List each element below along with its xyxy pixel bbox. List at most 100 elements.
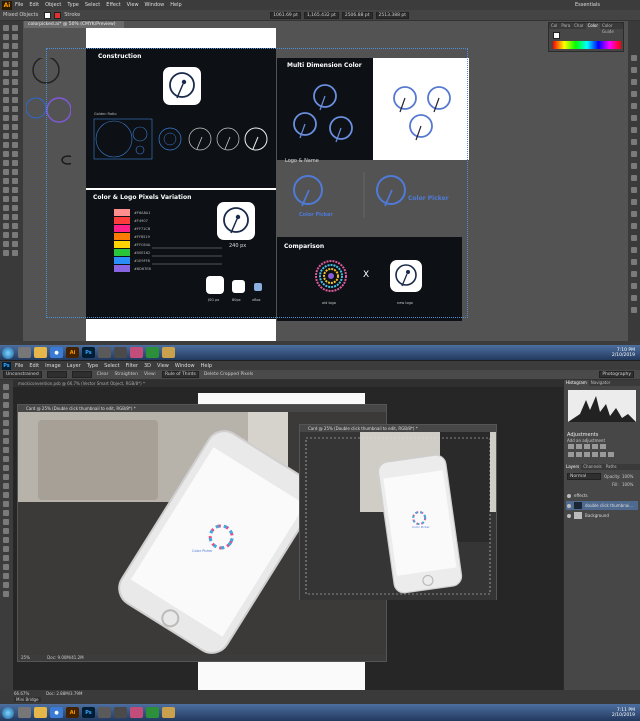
ai-tool-icon[interactable]	[3, 223, 9, 229]
ai-tool-icon[interactable]	[3, 232, 9, 238]
ai-tool-icon[interactable]	[3, 151, 9, 157]
ai-tool-icon[interactable]	[12, 196, 18, 202]
ai-workspace-switcher[interactable]: Essentials	[575, 2, 600, 8]
ai-menu-effect[interactable]: Effect	[106, 2, 120, 8]
taskbar-app3-icon[interactable]	[130, 707, 143, 718]
taskbar-photoshop-icon[interactable]: Ps	[82, 347, 95, 358]
tab-channels[interactable]: Channels	[581, 464, 604, 470]
ai-tool-icon[interactable]	[3, 61, 9, 67]
visibility-eye-icon[interactable]	[567, 493, 571, 498]
tab-para[interactable]: Para	[559, 23, 572, 29]
dock-panel-icon[interactable]	[631, 235, 637, 241]
dock-panel-icon[interactable]	[631, 259, 637, 265]
delete-cropped-pixels-checkbox[interactable]: Delete Cropped Pixels	[204, 372, 253, 377]
ps-zoom-level[interactable]: 66.67%	[14, 691, 29, 696]
tab-char[interactable]: Char	[572, 23, 585, 29]
ai-tool-icon[interactable]	[3, 97, 9, 103]
ai-tool-icon[interactable]	[12, 70, 18, 76]
ps-menu-3d[interactable]: 3D	[144, 363, 151, 369]
blend-mode-select[interactable]: Normal	[567, 473, 601, 480]
dock-panel-icon[interactable]	[631, 223, 637, 229]
tab-color[interactable]: Color	[585, 23, 601, 29]
ai-canvas[interactable]: Construction Golden Ratio Color & Logo P…	[24, 28, 628, 341]
ps-floating-window-small[interactable]: Card @ 25% (Double click thumbnail to ed…	[299, 424, 497, 600]
taskbar-folder-icon[interactable]	[34, 347, 47, 358]
ps-tool-icon[interactable]	[3, 483, 9, 489]
ai-tool-icon[interactable]	[12, 34, 18, 40]
ps-tool-icon[interactable]	[3, 438, 9, 444]
ps-menu-filter[interactable]: Filter	[126, 363, 138, 369]
dock-panel-icon[interactable]	[631, 163, 637, 169]
taskbar-clock[interactable]: 7:11 PM 2/10/2019	[612, 708, 635, 718]
ai-tool-icon[interactable]	[12, 124, 18, 130]
dock-panel-icon[interactable]	[631, 139, 637, 145]
small-window-title[interactable]: Card @ 25% (Double click thumbnail to ed…	[300, 425, 496, 432]
ai-document-tab[interactable]: colorpicked.ai* @ 50% (CMYK/Preview)	[24, 21, 124, 28]
dock-panel-icon[interactable]	[631, 115, 637, 121]
dock-panel-icon[interactable]	[631, 175, 637, 181]
ps-tool-icon[interactable]	[3, 510, 9, 516]
x-field[interactable]: 1061.69 pt	[270, 11, 301, 19]
ai-tool-icon[interactable]	[12, 241, 18, 247]
ps-workspace[interactable]: Card @ 25% (Double click thumbnail to ed…	[13, 387, 563, 690]
taskbar-illustrator-icon[interactable]: Ai	[66, 347, 79, 358]
mini-bridge-tab[interactable]: Mini Bridge	[14, 697, 41, 702]
dock-panel-icon[interactable]	[631, 79, 637, 85]
ps-document-tab[interactable]: mockiconvention.psb @ 66.7% (Vector Smar…	[13, 380, 563, 387]
ps-workspace-select[interactable]: Photography	[599, 371, 634, 378]
height-field[interactable]: 2513.388 pt	[375, 11, 410, 19]
ai-menu-select[interactable]: Select	[85, 2, 100, 8]
crop-ratio-select[interactable]: Unconstrained	[3, 371, 42, 378]
ai-tool-icon[interactable]	[12, 88, 18, 94]
y-field[interactable]: 1,165.432 pt	[303, 11, 339, 19]
layer-thumbnail[interactable]	[574, 512, 582, 519]
taskbar-explorer-icon[interactable]	[18, 347, 31, 358]
ai-tool-icon[interactable]	[3, 133, 9, 139]
ai-tool-icon[interactable]	[12, 97, 18, 103]
ps-tool-icon[interactable]	[3, 393, 9, 399]
ps-menu-image[interactable]: Image	[45, 363, 61, 369]
visibility-eye-icon[interactable]	[567, 503, 571, 508]
ps-tool-icon[interactable]	[3, 384, 9, 390]
taskbar-app2-icon[interactable]	[114, 707, 127, 718]
ai-tool-icon[interactable]	[12, 232, 18, 238]
dock-panel-icon[interactable]	[631, 151, 637, 157]
taskbar-folder-icon[interactable]	[34, 707, 47, 718]
dock-panel-icon[interactable]	[631, 187, 637, 193]
ps-tool-icon[interactable]	[3, 519, 9, 525]
tab-color-guide[interactable]: Color Guide	[600, 23, 623, 34]
ps-tool-icon[interactable]	[3, 429, 9, 435]
ai-tool-icon[interactable]	[12, 160, 18, 166]
large-window-title[interactable]: Card @ 25% (Double click thumbnail to ed…	[18, 405, 386, 412]
ps-tool-icon[interactable]	[3, 420, 9, 426]
ps-tool-icon[interactable]	[3, 564, 9, 570]
start-button[interactable]	[2, 346, 14, 359]
ps-menu-layer[interactable]: Layer	[67, 363, 81, 369]
dock-panel-icon[interactable]	[631, 103, 637, 109]
ps-tool-icon[interactable]	[3, 402, 9, 408]
stroke-swatch[interactable]	[54, 11, 62, 19]
taskbar-app2-icon[interactable]	[114, 347, 127, 358]
tab-layers[interactable]: Layers	[564, 464, 582, 470]
ai-tool-icon[interactable]	[3, 250, 9, 256]
ai-tool-icon[interactable]	[12, 79, 18, 85]
ps-tool-icon[interactable]	[3, 447, 9, 453]
ai-tool-icon[interactable]	[3, 25, 9, 31]
ps-tool-icon[interactable]	[3, 582, 9, 588]
dock-panel-icon[interactable]	[631, 247, 637, 253]
tab-navigator[interactable]: Navigator	[589, 380, 613, 386]
ai-tool-icon[interactable]	[12, 151, 18, 157]
taskbar-photoshop-icon[interactable]: Ps	[82, 707, 95, 718]
ps-menu-view[interactable]: View	[157, 363, 169, 369]
ai-menu-object[interactable]: Object	[45, 2, 61, 8]
ai-tool-icon[interactable]	[3, 160, 9, 166]
ai-tool-icon[interactable]	[12, 214, 18, 220]
crop-width-field[interactable]	[46, 371, 67, 378]
ai-tool-icon[interactable]	[12, 178, 18, 184]
ai-tool-icon[interactable]	[3, 115, 9, 121]
ai-menu-edit[interactable]: Edit	[29, 2, 39, 8]
selection-bounding-box[interactable]	[46, 48, 468, 318]
ai-tool-icon[interactable]	[3, 34, 9, 40]
dock-panel-icon[interactable]	[631, 91, 637, 97]
fill-value[interactable]: 100%	[622, 482, 633, 487]
